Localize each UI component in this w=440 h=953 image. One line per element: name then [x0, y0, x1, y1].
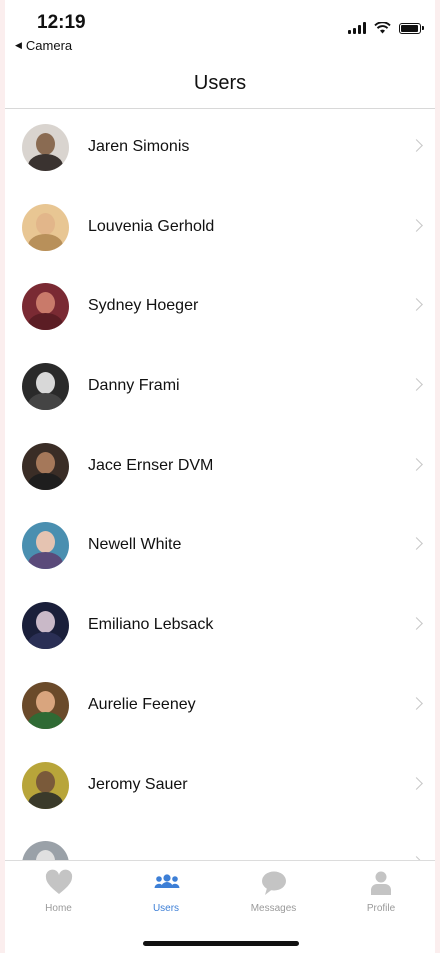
user-name: Danny Frami [88, 377, 180, 395]
tab-label: Messages [250, 903, 297, 914]
status-icons [348, 22, 424, 34]
chat-bubble-icon [260, 869, 288, 897]
avatar [22, 522, 69, 570]
user-name: Jaren Simonis [88, 138, 190, 155]
avatar [22, 442, 69, 490]
user-name: Emiliano Lebsack [88, 616, 214, 634]
user-name: Newell White [88, 536, 182, 554]
chevron-right-icon [410, 537, 423, 551]
users-icon [152, 869, 180, 897]
user-name: Sydney Hoeger [88, 297, 199, 315]
wifi-icon [374, 22, 391, 34]
avatar [22, 363, 69, 411]
tab-profile[interactable]: Profile [328, 869, 435, 914]
user-row[interactable]: Jaren Simonis [5, 108, 435, 188]
chevron-right-icon [410, 617, 423, 630]
app-screen: 12:19 ◀ Camera Users Jaren Simonis Louven… [5, 0, 435, 953]
tab-home[interactable]: Home [5, 869, 112, 914]
user-name: Jeromy Sauer [88, 775, 188, 793]
user-row[interactable]: Jace Ernser DVM [5, 427, 435, 507]
avatar [22, 203, 69, 251]
user-row[interactable]: Danny Frami [5, 347, 435, 427]
tab-label: Home [45, 903, 72, 914]
user-name: Aurelie Feeney [88, 695, 196, 713]
chevron-right-icon [410, 298, 423, 312]
page-title: Users [193, 72, 247, 94]
chevron-right-icon [410, 776, 423, 790]
tab-users[interactable]: Users [113, 869, 220, 914]
battery-icon [399, 22, 424, 34]
user-row[interactable]: Emiliano Lebsack [5, 586, 435, 666]
user-row[interactable]: Louvenia Gerhold [5, 188, 435, 268]
chevron-right-icon [410, 378, 423, 391]
chevron-right-icon [410, 457, 423, 471]
heart-icon [45, 869, 73, 897]
cellular-signal-icon [348, 22, 366, 34]
status-time: 12:19 [37, 12, 86, 33]
avatar [22, 602, 69, 650]
back-to-app-button[interactable]: ◀ Camera [15, 38, 72, 53]
chevron-right-icon [410, 139, 423, 152]
user-row[interactable] [5, 825, 435, 860]
tab-bar: Home Users Messages Profile [5, 860, 435, 953]
user-list[interactable]: Jaren Simonis Louvenia Gerhold Sydney Hoeg… [5, 108, 435, 860]
user-row[interactable]: Sydney Hoeger [5, 267, 435, 347]
chevron-right-icon [410, 218, 423, 232]
avatar [22, 761, 69, 809]
navigation-bar: Users [5, 56, 435, 109]
tab-label: Profile [366, 903, 396, 914]
chevron-right-icon [410, 696, 423, 710]
back-app-label: Camera [25, 38, 73, 53]
status-bar: 12:19 ◀ Camera [5, 0, 435, 56]
user-name: Louvenia Gerhold [88, 217, 215, 235]
tab-label: Users [152, 903, 180, 914]
user-name: Jace Ernser DVM [88, 456, 214, 474]
home-indicator[interactable] [143, 941, 299, 946]
avatar [22, 124, 69, 171]
person-icon [367, 869, 395, 897]
user-row[interactable]: Aurelie Feeney [5, 666, 435, 746]
avatar [22, 681, 69, 729]
back-arrow-icon: ◀ [15, 40, 22, 50]
tab-messages[interactable]: Messages [220, 869, 327, 914]
user-row[interactable]: Newell White [5, 506, 435, 586]
avatar [22, 841, 69, 860]
avatar [22, 283, 69, 331]
user-row[interactable]: Jeromy Sauer [5, 746, 435, 826]
